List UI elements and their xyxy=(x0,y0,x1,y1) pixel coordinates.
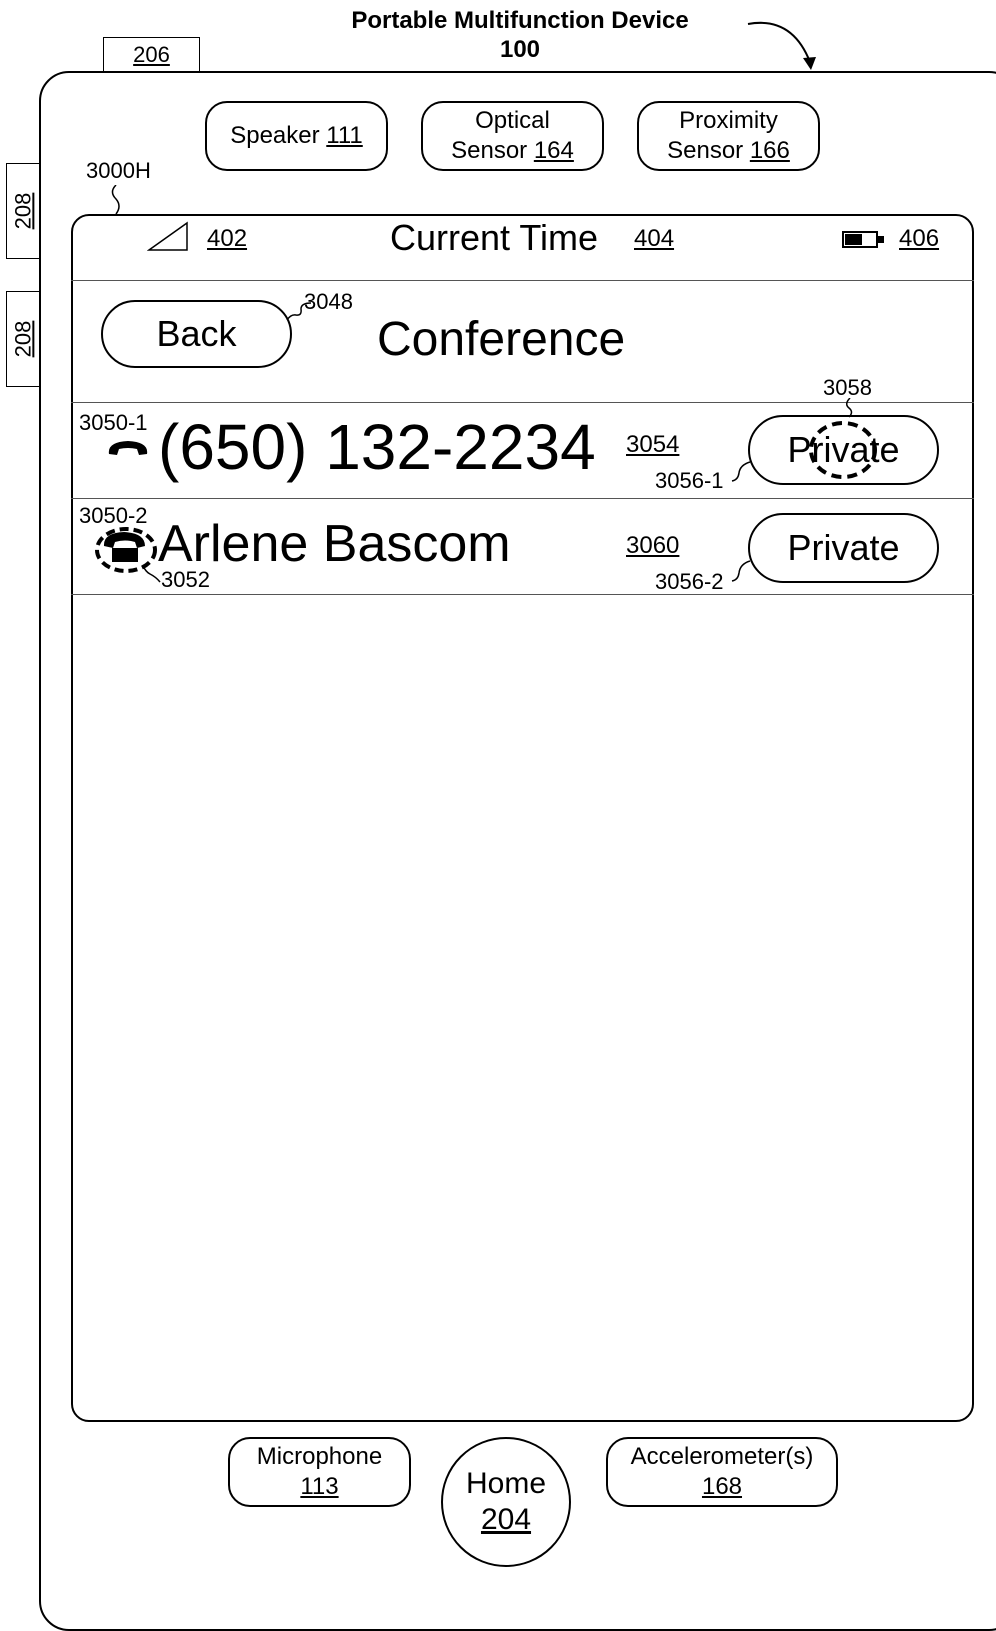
screen-ref-label: 3000H xyxy=(86,158,151,183)
status-divider xyxy=(71,280,974,281)
call-1-name-ref: 3054 xyxy=(626,431,680,458)
held-icon-ref: 3052 xyxy=(161,567,210,592)
conference-title: Conference xyxy=(377,313,626,366)
device-title: Portable Multifunction Device xyxy=(351,7,689,34)
battery-icon xyxy=(842,231,884,248)
optical-sensor-box: Optical Sensor 164 xyxy=(421,101,604,171)
speaker-box: Speaker 111 xyxy=(205,101,388,171)
back-button[interactable]: Back xyxy=(101,300,292,368)
home-ref: 204 xyxy=(480,1503,532,1536)
volume-tab-lower-ref: 208 xyxy=(10,320,36,358)
proximity-ref: 166 xyxy=(749,137,790,164)
current-time: Current Time xyxy=(390,217,599,258)
optical-line1: Optical xyxy=(475,107,550,134)
speaker-label: Speaker xyxy=(230,122,320,149)
optical-line2: Sensor xyxy=(451,137,528,164)
microphone-ref: 113 xyxy=(300,1473,339,1500)
microphone-box: Microphone 113 xyxy=(228,1437,411,1507)
call-1-private-ref: 3056-1 xyxy=(655,468,724,493)
call-2-private-ref: 3056-2 xyxy=(655,569,724,594)
call-2-name: Arlene Bascom xyxy=(158,515,511,573)
call-1-private-leader xyxy=(731,461,751,482)
highlight-ref-leader xyxy=(846,398,853,418)
row-divider-2 xyxy=(71,594,974,595)
call-2-private-leader xyxy=(731,560,751,582)
top-tab-ref: 206 xyxy=(133,41,170,67)
device-ref: 100 xyxy=(499,36,541,63)
back-label: Back xyxy=(156,313,237,354)
battery-ref: 406 xyxy=(899,225,940,252)
private-highlight-circle xyxy=(809,421,877,479)
call-2-name-ref: 3060 xyxy=(626,532,680,559)
accelerometer-box: Accelerometer(s) 168 xyxy=(606,1437,838,1507)
home-label: Home xyxy=(465,1467,547,1500)
call-2-private-button[interactable]: Private xyxy=(748,513,939,583)
speaker-ref: 111 xyxy=(326,122,363,149)
top-button-tab: 206 xyxy=(103,37,200,71)
screen-ref-leader xyxy=(111,185,120,215)
call-1-name: (650) 132-2234 xyxy=(158,411,596,483)
back-ref: 3048 xyxy=(304,289,353,314)
time-ref: 404 xyxy=(634,225,675,252)
nav-divider xyxy=(71,402,974,403)
proximity-line2: Sensor xyxy=(667,137,744,164)
figure-title: Portable Multifunction Device 100 xyxy=(300,6,740,64)
volume-tab-upper-ref: 208 xyxy=(10,192,36,230)
call-2-private-label: Private xyxy=(787,527,900,568)
proximity-sensor-box: Proximity Sensor 166 xyxy=(637,101,820,171)
row-divider-1 xyxy=(71,498,974,499)
signal-ref: 402 xyxy=(207,225,248,252)
accelerometer-label: Accelerometer(s) xyxy=(630,1443,814,1470)
proximity-line1: Proximity xyxy=(679,107,778,134)
volume-tab-upper: 208 xyxy=(6,163,40,259)
signal-icon xyxy=(147,221,188,251)
phone-icon xyxy=(108,441,148,455)
device-pointer-arrow xyxy=(747,21,816,70)
home-button[interactable]: Home 204 xyxy=(441,1437,571,1567)
accelerometer-ref: 168 xyxy=(701,1473,743,1500)
optical-ref: 164 xyxy=(533,137,574,164)
volume-tab-lower: 208 xyxy=(6,291,40,387)
microphone-label: Microphone xyxy=(256,1443,383,1470)
